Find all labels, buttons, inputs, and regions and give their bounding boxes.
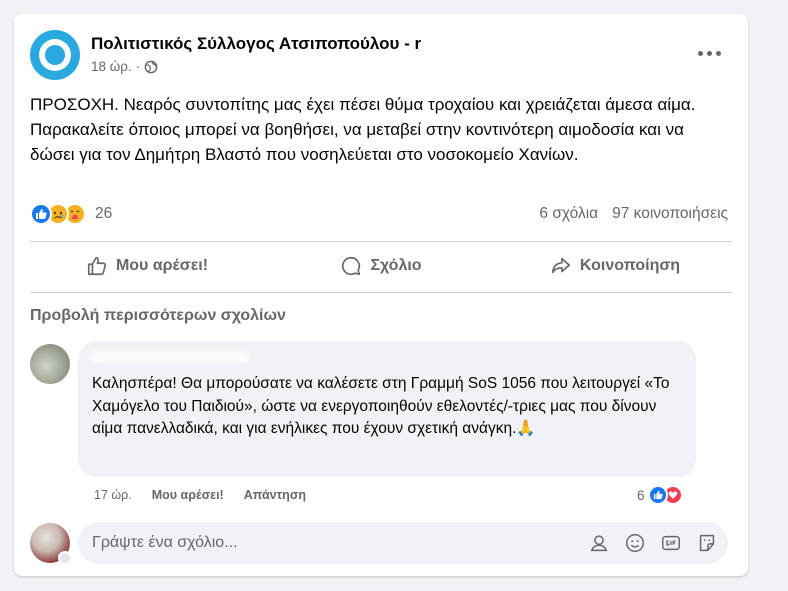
share-button[interactable]: Κοινοποίηση <box>498 246 732 286</box>
reactions-summary[interactable]: 26 <box>30 203 112 225</box>
composer-tools <box>588 532 718 554</box>
comment-button-label: Σχόλιο <box>370 257 422 274</box>
comment-meta: 17 ώρ. Μου αρέσει! Απάντηση <box>94 488 306 502</box>
comments-count[interactable]: 6 σχόλια <box>539 205 598 223</box>
view-more-comments-link[interactable]: Προβολή περισσότερων σχολίων <box>30 307 286 325</box>
chevron-down-icon[interactable] <box>58 551 72 565</box>
page-name[interactable]: Πολιτιστικός Σύλλογος Ατσιποπούλου - r <box>91 34 421 54</box>
globe-icon <box>144 60 158 73</box>
thumbs-up-icon <box>87 256 107 276</box>
user-avatar[interactable] <box>30 523 72 565</box>
page-avatar[interactable] <box>30 30 80 80</box>
gif-icon[interactable] <box>660 532 682 554</box>
commenter-name-redacted[interactable] <box>90 351 250 363</box>
post-meta: 18 ώρ. · <box>91 59 158 74</box>
comment-input-placeholder: Γράψτε ένα σχόλιο... <box>92 534 238 551</box>
comment-time[interactable]: 17 ώρ. <box>94 488 132 502</box>
like-reaction-icon <box>30 203 52 225</box>
reaction-count: 26 <box>95 205 113 222</box>
like-button-label: Μου αρέσει! <box>115 257 209 274</box>
sticker-icon[interactable] <box>696 532 718 554</box>
comment-bubble: Καλησπέρα! Θα μπορούσατε να καλέσετε στη… <box>78 341 696 477</box>
commenter-avatar[interactable] <box>30 344 70 384</box>
more-options-icon[interactable] <box>694 44 724 62</box>
shares-count[interactable]: 97 κοινοποιήσεις <box>612 205 728 223</box>
emoji-icon[interactable] <box>624 532 646 554</box>
comment-reaction-count: 6 <box>637 487 645 503</box>
divider <box>30 292 732 293</box>
avatar-sticker-icon[interactable] <box>588 532 610 554</box>
like-reaction-icon <box>647 485 668 505</box>
like-button[interactable]: Μου αρέσει! <box>30 246 264 286</box>
comment-like-button[interactable]: Μου αρέσει! <box>152 488 224 502</box>
post-stats: 6 σχόλια 97 κοινοποιήσεις <box>539 205 728 223</box>
meta-separator: · <box>135 59 141 74</box>
comment-text: Καλησπέρα! Θα μπορούσατε να καλέσετε στη… <box>92 375 670 437</box>
comment-reply-button[interactable]: Απάντηση <box>244 488 306 502</box>
post-actions: Μου αρέσει! Σχόλιο Κοινοποίηση <box>30 246 732 286</box>
share-button-label: Κοινοποίηση <box>579 257 681 274</box>
comment-icon <box>342 256 361 276</box>
comment-input[interactable]: Γράψτε ένα σχόλιο... <box>78 522 728 564</box>
share-icon <box>551 257 570 274</box>
post-text: ΠΡΟΣΟΧΗ. Νεαρός συντοπίτης μας έχει πέσε… <box>30 95 696 164</box>
post-card: Πολιτιστικός Σύλλογος Ατσιποπούλου - r 1… <box>14 14 748 576</box>
comment-reactions[interactable]: 6 <box>637 485 683 505</box>
post-time[interactable]: 18 ώρ. <box>91 59 132 74</box>
comment-button[interactable]: Σχόλιο <box>264 246 498 286</box>
divider <box>30 241 732 242</box>
